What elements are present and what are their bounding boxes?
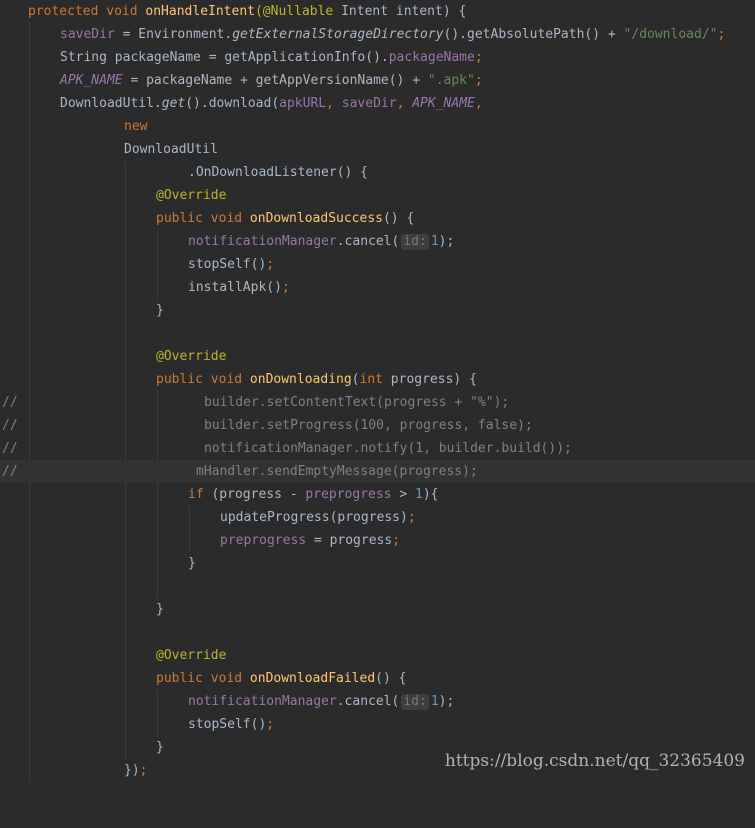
comment-marker: // (2, 395, 18, 410)
code-text: builder.setContentText(progress + "%"); (204, 395, 510, 410)
code-line[interactable]: // notificationManager.notify(1, builder… (0, 437, 755, 460)
code-text: stopSelf(); (188, 717, 275, 732)
code-line[interactable]: DownloadUtil (0, 138, 755, 161)
code-line[interactable]: public void onDownloadFailed() { (0, 667, 755, 690)
code-line[interactable]: String packageName = getApplicationInfo(… (0, 46, 755, 69)
code-line[interactable]: DownloadUtil.get().download(apkURL, save… (0, 92, 755, 115)
code-text: DownloadUtil (124, 142, 218, 157)
code-text: public void onDownloadFailed() { (156, 671, 407, 686)
code-text: protected void onHandleIntent(@Nullable … (28, 4, 467, 19)
code-line[interactable]: protected void onHandleIntent(@Nullable … (0, 0, 755, 23)
code-line-current[interactable]: // mHandler.sendEmptyMessage(progress); (0, 460, 755, 483)
code-line[interactable]: @Override (0, 184, 755, 207)
code-text: installApk(); (188, 280, 290, 295)
code-text: new (124, 119, 148, 134)
watermark: https://blog.csdn.net/qq_32365409 (444, 751, 745, 771)
code-text: public void onDownloadSuccess() { (156, 211, 415, 226)
code-line[interactable]: updateProgress(progress); (0, 506, 755, 529)
code-line[interactable]: public void onDownloading(int progress) … (0, 368, 755, 391)
code-line[interactable]: } (0, 552, 755, 575)
code-text: } (188, 556, 196, 571)
comment-marker: // (2, 418, 18, 433)
code-line[interactable]: notificationManager.cancel(id: 1); (0, 230, 755, 253)
code-line[interactable]: preprogress = progress; (0, 529, 755, 552)
code-text: notificationManager.cancel(id: 1); (188, 694, 455, 710)
code-text: saveDir = Environment.getExternalStorage… (60, 27, 726, 42)
code-text: .OnDownloadListener() { (188, 165, 369, 180)
code-text: notificationManager.cancel(id: 1); (188, 234, 455, 250)
code-text: } (156, 740, 164, 755)
code-text: APK_NAME = packageName + getAppVersionNa… (60, 73, 483, 88)
code-text: DownloadUtil.get().download(apkURL, save… (60, 96, 483, 111)
code-text: }); (124, 763, 148, 778)
comment-marker: // (2, 441, 18, 456)
code-line[interactable]: stopSelf(); (0, 253, 755, 276)
code-line[interactable]: saveDir = Environment.getExternalStorage… (0, 23, 755, 46)
code-line[interactable]: @Override (0, 345, 755, 368)
code-line[interactable]: if (progress - preprogress > 1){ (0, 483, 755, 506)
code-text: preprogress = progress; (220, 533, 401, 548)
code-text: } (156, 602, 164, 617)
code-line[interactable]: new (0, 115, 755, 138)
code-editor[interactable]: protected void onHandleIntent(@Nullable … (0, 0, 755, 781)
code-text: if (progress - preprogress > 1){ (188, 487, 439, 502)
code-text: @Override (156, 188, 227, 203)
code-line[interactable]: APK_NAME = packageName + getAppVersionNa… (0, 69, 755, 92)
code-line[interactable]: } (0, 299, 755, 322)
code-text: builder.setProgress(100, progress, false… (204, 418, 533, 433)
code-line[interactable]: } (0, 598, 755, 621)
code-line[interactable]: // builder.setProgress(100, progress, fa… (0, 414, 755, 437)
code-text: @Override (156, 648, 227, 663)
code-text: stopSelf(); (188, 257, 275, 272)
code-text: @Override (156, 349, 227, 364)
code-text: updateProgress(progress); (220, 510, 416, 525)
code-text: mHandler.sendEmptyMessage(progress); (196, 464, 478, 479)
code-text: public void onDownloading(int progress) … (156, 372, 477, 387)
code-text: notificationManager.notify(1, builder.bu… (204, 441, 572, 456)
code-text: } (156, 303, 164, 318)
code-line[interactable]: stopSelf(); (0, 713, 755, 736)
code-line[interactable]: .OnDownloadListener() { (0, 161, 755, 184)
parameter-hint: id: (401, 694, 429, 710)
code-text: String packageName = getApplicationInfo(… (60, 50, 483, 65)
comment-marker: // (2, 464, 18, 479)
parameter-hint: id: (401, 234, 429, 250)
code-line[interactable]: notificationManager.cancel(id: 1); (0, 690, 755, 713)
code-line[interactable]: // builder.setContentText(progress + "%"… (0, 391, 755, 414)
code-line[interactable]: installApk(); (0, 276, 755, 299)
code-line[interactable]: public void onDownloadSuccess() { (0, 207, 755, 230)
code-line[interactable]: @Override (0, 644, 755, 667)
